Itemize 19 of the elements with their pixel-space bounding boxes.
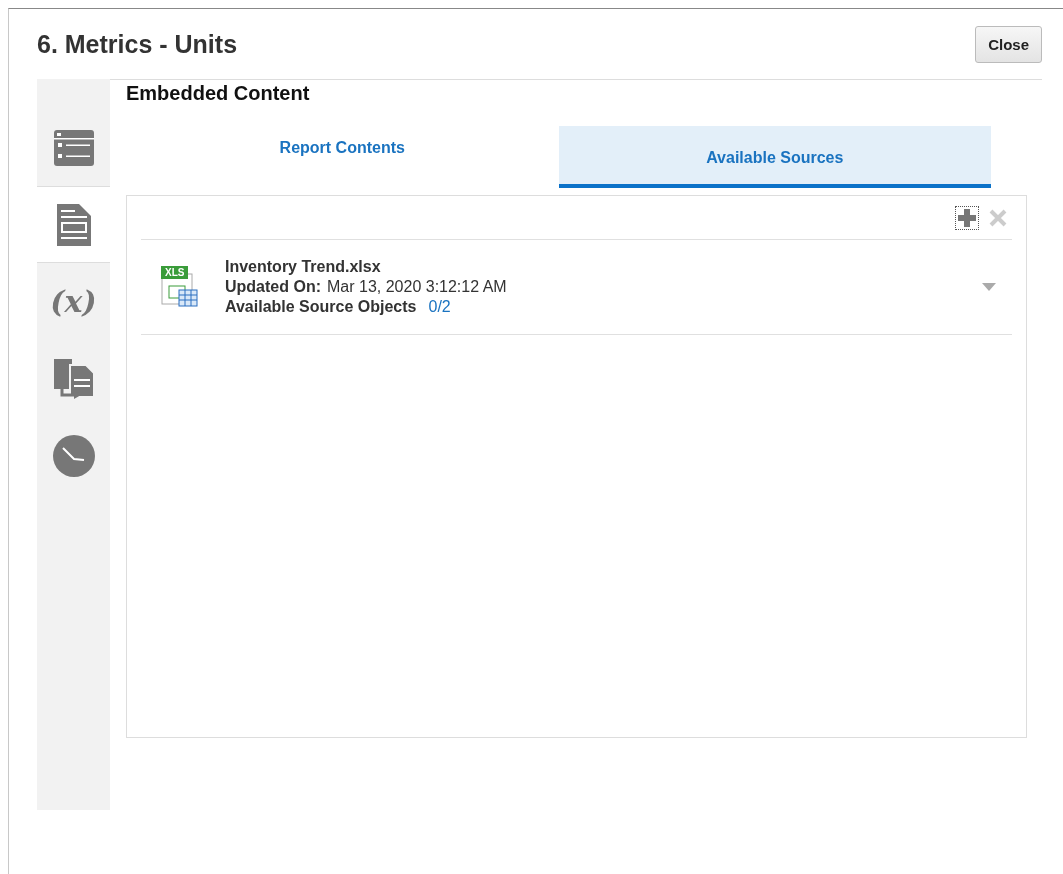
- clock-icon: [52, 434, 95, 477]
- sidebar-tab[interactable]: (x): [37, 263, 110, 340]
- variable-icon: (x): [50, 284, 97, 319]
- section-title: Embedded Content: [126, 82, 311, 106]
- transfer-icon: [53, 358, 94, 399]
- tab[interactable]: Available Sources: [558, 126, 991, 188]
- tab[interactable]: Report Contents: [126, 126, 559, 188]
- list-icon: [53, 129, 94, 166]
- objects-count-link[interactable]: 0/2: [428, 297, 451, 317]
- updated-value: Mar 13, 2020 3:12:12 AM: [327, 277, 507, 297]
- file-name: Inventory Trend.xlsx: [225, 257, 382, 277]
- updated-label: Updated On:: [225, 277, 321, 297]
- objects-label: Available Source Objects: [225, 297, 417, 317]
- document-icon: [56, 203, 91, 246]
- source-row[interactable]: XLS Inventory Trend.xlsx Updated On: Mar 13, 2020 3:12:12 AM Available Source Objects 0/2: [141, 240, 1012, 335]
- close-button[interactable]: Close: [975, 25, 1042, 63]
- add-button[interactable]: [956, 206, 978, 229]
- dialog-title: 6. Metrics - Units: [37, 29, 238, 59]
- caret-icon[interactable]: [982, 283, 996, 291]
